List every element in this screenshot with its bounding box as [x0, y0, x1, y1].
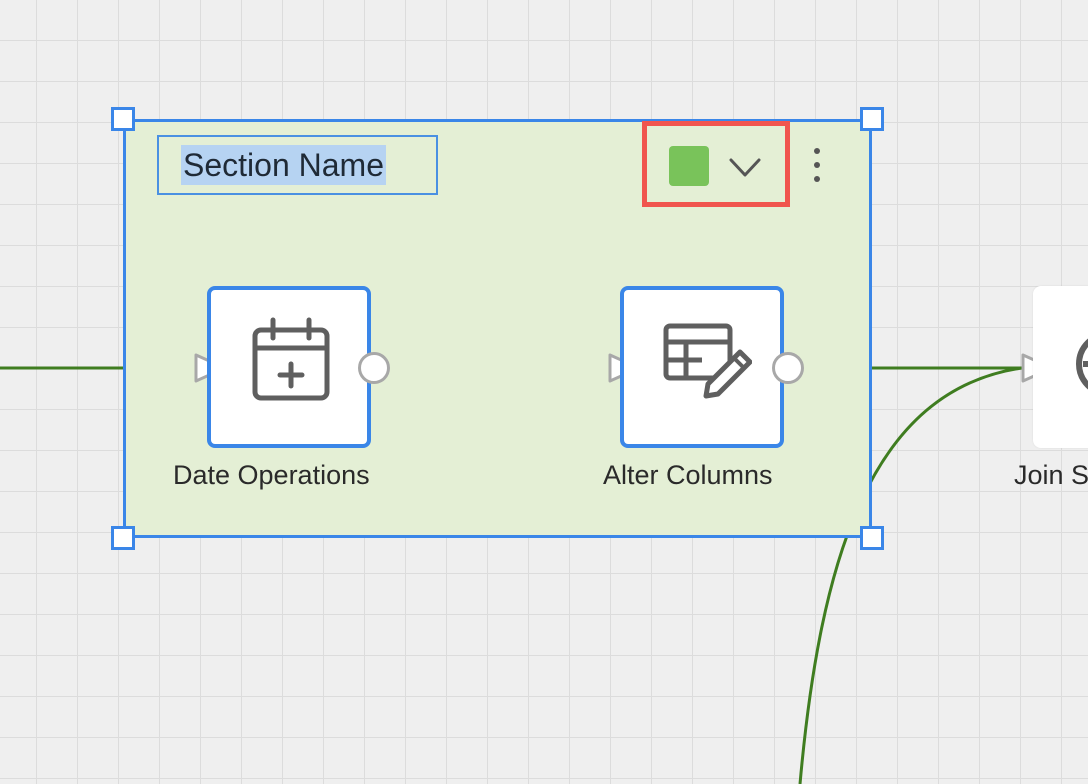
output-port-date-operations[interactable] — [358, 352, 390, 384]
node-join[interactable] — [1033, 286, 1088, 448]
node-label-join: Join S — [1014, 460, 1088, 490]
section-name-text: Section Name — [181, 145, 386, 185]
more-vertical-icon[interactable] — [800, 142, 834, 188]
resize-handle-top-right[interactable] — [860, 107, 884, 131]
join-icon — [1076, 338, 1088, 390]
section-color-picker[interactable] — [642, 121, 790, 207]
color-swatch-icon — [669, 146, 709, 186]
output-port-alter-columns[interactable] — [772, 352, 804, 384]
table-edit-icon — [663, 323, 752, 399]
resize-handle-top-left[interactable] — [111, 107, 135, 131]
node-alter-columns[interactable] — [620, 286, 784, 448]
node-label-date-operations: Date Operations — [173, 460, 370, 490]
workflow-canvas[interactable]: Section Name Date Operations Alter Colum… — [0, 0, 1088, 784]
calendar-plus-icon — [252, 317, 330, 401]
node-date-operations[interactable] — [207, 286, 371, 448]
chevron-down-icon — [729, 158, 761, 177]
node-label-alter-columns: Alter Columns — [603, 460, 773, 490]
resize-handle-bottom-right[interactable] — [860, 526, 884, 550]
section-name-input[interactable]: Section Name — [157, 135, 438, 195]
resize-handle-bottom-left[interactable] — [111, 526, 135, 550]
